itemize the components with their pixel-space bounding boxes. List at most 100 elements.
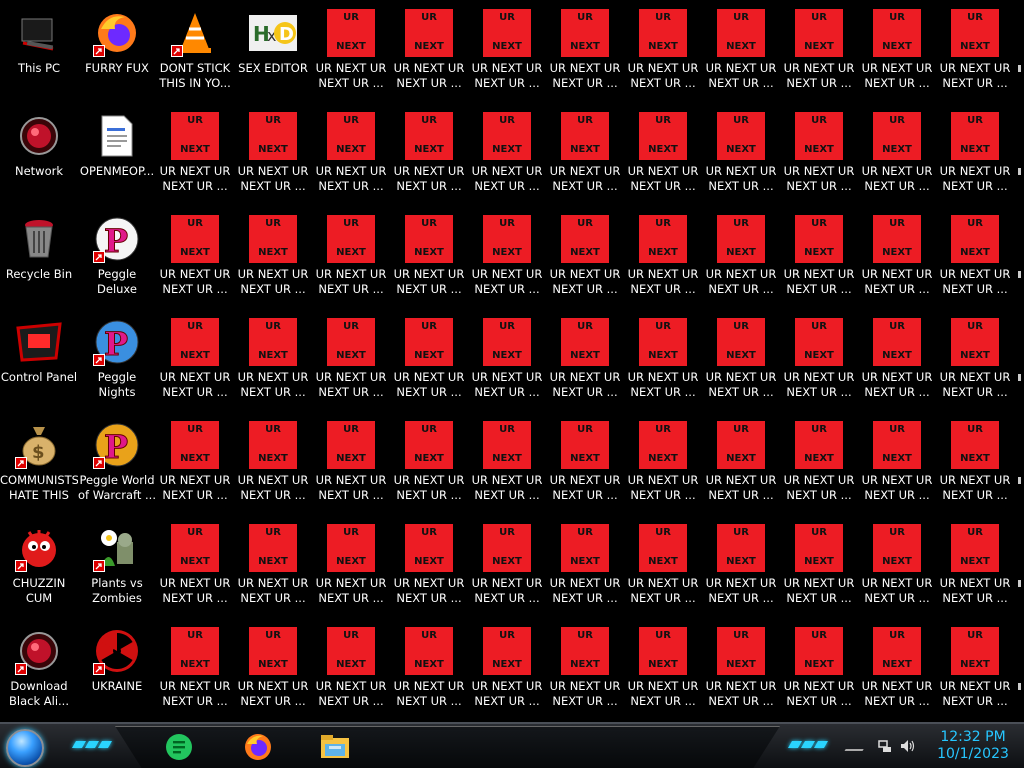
desktop-icon[interactable]: UKRAINE — [78, 622, 156, 718]
desktop-icon[interactable]: DONT STICK THIS IN YO... — [156, 4, 234, 100]
desktop-icon[interactable]: UR NEXT UR NEXT UR NEXT UR ... — [702, 210, 780, 306]
desktop-icon[interactable]: UR NEXT UR NEXT UR NEXT UR ... — [312, 210, 390, 306]
desktop-icon[interactable]: UR NEXT UR NEXT UR NEXT UR ... — [312, 107, 390, 203]
desktop-icon[interactable]: This PC — [0, 4, 78, 100]
desktop-icon[interactable]: UR NEXT UR NEXT UR NEXT UR ... — [780, 416, 858, 512]
desktop-icon[interactable]: UR NEXT UR NEXT UR NEXT UR ... — [780, 622, 858, 718]
desktop-icon[interactable]: UR NEXT UR NEXT UR NEXT UR ... — [390, 4, 468, 100]
desktop-icon[interactable]: UR NEXT UR NEXT UR NEXT UR ... — [936, 519, 1014, 615]
desktop-icon[interactable]: UR NEXT UR NEXT UR NEXT UR ... — [234, 107, 312, 203]
desktop-icon[interactable]: UR NEXT UR NEXT UR NEXT UR ... — [936, 4, 1014, 100]
desktop-icon[interactable]: UR NEXT UR NEXT UR NEXT UR ... — [702, 519, 780, 615]
desktop-icon[interactable]: UR NEXT UR NEXT UR NEXT UR ... — [234, 622, 312, 718]
desktop-icon[interactable]: UR NEXT UR NEXT UR NEXT UR ... — [780, 519, 858, 615]
desktop-icon[interactable]: UR NEXT UR NEXT UR NEXT UR ... — [624, 107, 702, 203]
desktop-icon[interactable]: UR NEXT UR NEXT UR NEXT UR ... — [390, 416, 468, 512]
desktop-icon[interactable]: UR NEXT UR NEXT UR NEXT UR ... — [390, 107, 468, 203]
notes-app-icon[interactable] — [162, 730, 196, 764]
desktop-icon[interactable]: UR NEXT UR NEXT UR NEXT UR ... — [702, 107, 780, 203]
desktop-icon[interactable]: UR NEXT UR NEXT UR NEXT UR ... — [156, 416, 234, 512]
desktop-icon[interactable]: UR NEXT UR NEXT UR NEXT UR ... — [858, 4, 936, 100]
desktop-icon[interactable]: UR NEXT UR NEXT UR NEXT UR ... — [390, 313, 468, 409]
desktop-icon[interactable]: UR NEXT UR NEXT UR NEXT UR ... — [546, 622, 624, 718]
desktop-icon[interactable]: UR NEXT UR NEXT UR NEXT UR ... — [390, 622, 468, 718]
desktop-icon[interactable]: UR NEXT UR NEXT UR NEXT UR ... — [546, 4, 624, 100]
desktop-icon[interactable]: UR NEXT UR NEXT UR NEXT UR ... — [468, 416, 546, 512]
desktop-icon[interactable]: UR NEXT UR NEXT UR NEXT UR ... — [468, 107, 546, 203]
desktop-icon[interactable]: UR NEXT UR NEXT UR NEXT UR ... — [624, 210, 702, 306]
desktop-icon[interactable]: Hx D SEX EDITOR — [234, 4, 312, 100]
desktop-icon[interactable]: UR NEXT UR NEXT UR NEXT UR ... — [702, 622, 780, 718]
desktop-icon[interactable]: UR NEXT UR NEXT UR NEXT UR ... — [312, 519, 390, 615]
desktop-icon[interactable]: P Peggle World of Warcraft ... — [78, 416, 156, 512]
desktop-icon[interactable]: UR NEXT UR NEXT UR NEXT UR ... — [780, 210, 858, 306]
desktop-icon[interactable]: UR NEXT UR NEXT UR NEXT UR ... — [546, 313, 624, 409]
desktop-icon[interactable]: UR NEXT UR NEXT UR NEXT UR ... — [546, 416, 624, 512]
desktop-icon[interactable]: UR NEXT UR NEXT UR NEXT UR ... — [312, 416, 390, 512]
desktop-icon[interactable]: FURRY FUX — [78, 4, 156, 100]
desktop-icon[interactable]: UR NEXT UR NEXT UR NEXT UR ... — [156, 210, 234, 306]
desktop-icon[interactable]: UR NEXT UR NEXT UR NEXT UR ... — [858, 313, 936, 409]
desktop-icon[interactable]: UR NEXT UR NEXT UR NEXT UR ... — [234, 519, 312, 615]
desktop-icon[interactable]: $ COMMUNISTS HATE THIS G... — [0, 416, 78, 512]
desktop-icon[interactable]: UR NEXT UR NEXT UR NEXT UR ... — [156, 107, 234, 203]
desktop-icon[interactable]: UR NEXT UR NEXT UR NEXT UR ... — [858, 210, 936, 306]
desktop-icon[interactable]: UR NEXT UR NEXT UR NEXT UR ... — [936, 210, 1014, 306]
desktop-icon[interactable]: P Peggle Deluxe — [78, 210, 156, 306]
desktop-icon[interactable]: UR NEXT UR NEXT UR NEXT UR ... — [780, 107, 858, 203]
ur-next-icon: UR NEXT — [405, 9, 453, 57]
desktop-icon[interactable]: UR NEXT UR NEXT UR NEXT UR ... — [624, 416, 702, 512]
show-hidden-icon[interactable] — [844, 739, 870, 751]
desktop-icon[interactable]: UR NEXT UR NEXT UR NEXT UR ... — [936, 416, 1014, 512]
desktop-icon[interactable]: UR NEXT UR NEXT UR NEXT UR ... — [468, 622, 546, 718]
desktop-icon[interactable]: UR NEXT UR NEXT UR NEXT UR ... — [858, 416, 936, 512]
desktop-icon[interactable]: OPENMEOP... — [78, 107, 156, 203]
desktop-icon[interactable]: UR NEXT UR NEXT UR NEXT UR ... — [234, 210, 312, 306]
desktop-icon[interactable]: UR NEXT UR NEXT UR NEXT UR ... — [156, 519, 234, 615]
desktop-icon[interactable]: UR NEXT UR NEXT UR NEXT UR ... — [546, 210, 624, 306]
desktop-icon[interactable]: UR NEXT UR NEXT UR NEXT UR ... — [702, 313, 780, 409]
desktop-icon[interactable]: UR NEXT UR NEXT UR NEXT UR ... — [858, 622, 936, 718]
desktop-icon[interactable]: UR NEXT UR NEXT UR NEXT UR ... — [936, 313, 1014, 409]
desktop-icon[interactable]: UR NEXT UR NEXT UR NEXT UR ... — [468, 519, 546, 615]
desktop-icon[interactable]: UR NEXT UR NEXT UR NEXT UR ... — [624, 4, 702, 100]
desktop-icon[interactable]: UR NEXT UR NEXT UR NEXT UR ... — [156, 622, 234, 718]
desktop-icon[interactable]: Control Panel — [0, 313, 78, 409]
desktop-icon[interactable]: UR NEXT UR NEXT UR NEXT UR ... — [780, 4, 858, 100]
network-tray-icon[interactable] — [878, 738, 892, 752]
file-explorer-icon[interactable] — [318, 730, 352, 764]
desktop-icon[interactable]: UR NEXT UR NEXT UR NEXT UR ... — [390, 210, 468, 306]
desktop-icon[interactable]: UR NEXT UR NEXT UR NEXT UR ... — [858, 107, 936, 203]
desktop-icon[interactable]: UR NEXT UR NEXT UR NEXT UR ... — [312, 4, 390, 100]
desktop-icon[interactable]: UR NEXT UR NEXT UR NEXT UR ... — [468, 313, 546, 409]
firefox-icon[interactable] — [241, 730, 275, 764]
desktop-icon[interactable]: UR NEXT UR NEXT UR NEXT UR ... — [702, 4, 780, 100]
desktop-icon[interactable]: CHUZZIN CUM — [0, 519, 78, 615]
desktop-icon[interactable]: Download Black Ali... — [0, 622, 78, 718]
desktop-icon[interactable]: UR NEXT UR NEXT UR NEXT UR ... — [624, 313, 702, 409]
desktop-icon[interactable]: UR NEXT UR NEXT UR NEXT UR ... — [234, 313, 312, 409]
desktop-icon[interactable]: UR NEXT UR NEXT UR NEXT UR ... — [624, 519, 702, 615]
desktop-icon[interactable]: UR NEXT UR NEXT UR NEXT UR ... — [546, 519, 624, 615]
desktop-icon[interactable]: UR NEXT UR NEXT UR NEXT UR ... — [936, 622, 1014, 718]
desktop-icon[interactable]: UR NEXT UR NEXT UR NEXT UR ... — [234, 416, 312, 512]
volume-icon[interactable] — [900, 738, 916, 752]
desktop-icon[interactable]: UR NEXT UR NEXT UR NEXT UR ... — [312, 622, 390, 718]
desktop-icon[interactable]: Plants vs Zombies — [78, 519, 156, 615]
desktop-icon[interactable]: UR NEXT UR NEXT UR NEXT UR ... — [780, 313, 858, 409]
desktop-icon[interactable]: Recycle Bin — [0, 210, 78, 306]
desktop-icon[interactable]: UR NEXT UR NEXT UR NEXT UR ... — [156, 313, 234, 409]
desktop-icon[interactable]: Network — [0, 107, 78, 203]
desktop-icon[interactable]: UR NEXT UR NEXT UR NEXT UR ... — [936, 107, 1014, 203]
desktop-icon[interactable]: UR NEXT UR NEXT UR NEXT UR ... — [702, 416, 780, 512]
start-orb-icon[interactable] — [6, 729, 44, 767]
desktop-icon[interactable]: UR NEXT UR NEXT UR NEXT UR ... — [468, 4, 546, 100]
desktop-icon[interactable]: UR NEXT UR NEXT UR NEXT UR ... — [390, 519, 468, 615]
desktop-icon[interactable]: UR NEXT UR NEXT UR NEXT UR ... — [624, 622, 702, 718]
desktop-icon[interactable]: UR NEXT UR NEXT UR NEXT UR ... — [312, 313, 390, 409]
desktop-icon[interactable]: UR NEXT UR NEXT UR NEXT UR ... — [858, 519, 936, 615]
desktop-icon[interactable]: UR NEXT UR NEXT UR NEXT UR ... — [546, 107, 624, 203]
desktop-icon[interactable]: P Peggle Nights Deluxe — [78, 313, 156, 409]
desktop-icon[interactable]: UR NEXT UR NEXT UR NEXT UR ... — [468, 210, 546, 306]
taskbar-clock[interactable]: 12:32 PM 10/1/2023 — [934, 729, 1012, 763]
